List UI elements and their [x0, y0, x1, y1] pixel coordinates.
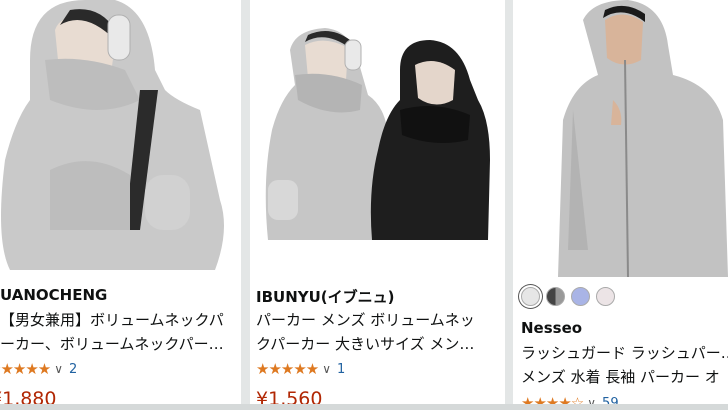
product-title[interactable]: ラッシュガード ラッシュパーカー メンズ 水着 長袖 パーカー オ — [521, 341, 728, 389]
product-card-2[interactable]: IBUNYU(イブニュ) パーカー メンズ ボリュームネッ クパーカー 大きいサ… — [250, 0, 505, 410]
star-rating-icon[interactable]: ★★★★★ — [0, 360, 51, 378]
product-brand[interactable]: UANOCHENG — [0, 286, 107, 304]
product-image-3[interactable] — [513, 0, 728, 277]
rating-row[interactable]: ★★★★★ ∨ 1 — [256, 360, 345, 378]
rating-count-link[interactable]: 2 — [69, 362, 77, 377]
product-brand[interactable]: Nesseo — [521, 319, 582, 337]
product-title-line-2[interactable]: クパーカー 大きいサイズ メン… — [256, 332, 498, 356]
chevron-down-icon[interactable]: ∨ — [322, 362, 331, 376]
product-title-line-1[interactable]: パーカー メンズ ボリュームネッ — [256, 308, 498, 332]
product-title[interactable]: 【男女兼用】ボリュームネックパ ーカー、ボリュームネックパーカー… — [0, 308, 238, 356]
chevron-down-icon[interactable]: ∨ — [54, 362, 63, 376]
product-title[interactable]: パーカー メンズ ボリュームネッ クパーカー 大きいサイズ メン… — [256, 308, 498, 356]
color-swatch[interactable] — [546, 287, 565, 306]
rating-count-link[interactable]: 1 — [337, 362, 345, 377]
product-card-3[interactable]: Nesseo ラッシュガード ラッシュパーカー メンズ 水着 長袖 パーカー オ… — [513, 0, 728, 410]
product-title-line-2[interactable]: メンズ 水着 長袖 パーカー オ — [521, 365, 728, 389]
product-title-line-2[interactable]: ーカー、ボリュームネックパーカー… — [0, 332, 238, 356]
star-rating-icon[interactable]: ★★★★★ — [256, 360, 319, 378]
color-swatches — [521, 287, 615, 306]
product-brand[interactable]: IBUNYU(イブニュ) — [256, 286, 395, 307]
color-swatch[interactable] — [521, 287, 540, 306]
product-image-2[interactable] — [250, 0, 505, 277]
color-swatch[interactable] — [571, 287, 590, 306]
color-swatch[interactable] — [596, 287, 615, 306]
product-image-1[interactable] — [0, 0, 241, 277]
product-title-line-1[interactable]: ラッシュガード ラッシュパーカー — [521, 341, 728, 365]
product-card-1[interactable]: UANOCHENG 【男女兼用】ボリュームネックパ ーカー、ボリュームネックパー… — [0, 0, 241, 410]
product-title-line-1[interactable]: 【男女兼用】ボリュームネックパ — [0, 308, 238, 332]
rating-row[interactable]: ★★★★★ ∨ 2 — [0, 360, 77, 378]
scroll-divider — [0, 404, 728, 410]
